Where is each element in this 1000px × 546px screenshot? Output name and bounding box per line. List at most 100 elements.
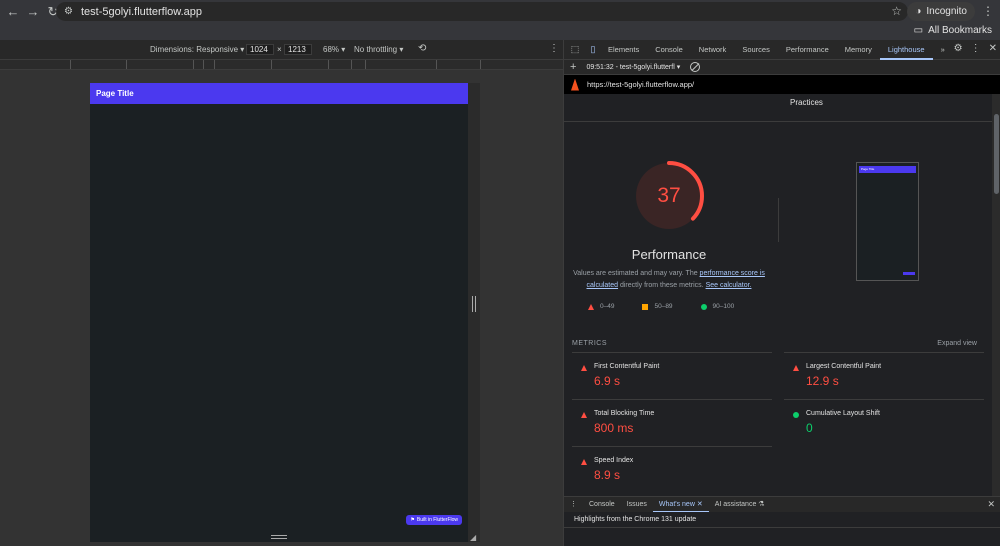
metric-value: 0 [806,421,813,435]
legend-range: 50–89 [654,303,673,310]
tab-memory[interactable]: Memory [837,40,880,60]
fail-triangle-icon [581,459,587,465]
tab-console[interactable]: Console [647,40,691,60]
performance-score: 37 [657,184,681,207]
viewport-scroll-strip [468,83,480,542]
dimensions-select[interactable]: Dimensions: Responsive ▾ [150,45,244,54]
legend-range: 0–49 [600,303,615,310]
incognito-badge[interactable]: ◑ Incognito [907,2,975,21]
metric-label: Total Blocking Time [594,410,655,417]
throttling-select[interactable]: No throttling ▾ [354,45,403,54]
bookmark-star-icon[interactable]: ☆ [891,4,902,18]
all-bookmarks[interactable]: ▭ All Bookmarks [914,25,992,36]
see-calculator-link[interactable]: See calculator. [706,282,752,289]
desc-prefix: Values are estimated and may vary. The [573,270,700,277]
fail-triangle-icon [793,365,799,371]
legend-item-pass: 90–100 [700,303,734,310]
lighthouse-toolbar: + 09:51:32 - test-5golyi.flutterfl ▾ [564,60,1000,75]
lighthouse-report: Practices 37 Performance Values are esti… [564,94,992,496]
devtools-tabbar: ⬚ ▯ Elements Console Network Sources Per… [564,40,1000,60]
thumbnail-app-bar: Page Title [859,166,916,173]
incognito-label: Incognito [926,6,967,17]
media-query-ruler [0,60,563,70]
metric-tbt: Total Blocking Time 800 ms [572,399,772,445]
scrollbar-thumb[interactable] [994,114,999,194]
width-input[interactable]: 1024 [246,44,274,55]
back-arrow-icon[interactable]: ← [3,2,23,22]
tab-network[interactable]: Network [691,40,735,60]
metric-value: 800 ms [594,421,634,435]
tab-performance[interactable]: Performance [778,40,837,60]
bookmarks-bar: ▭ All Bookmarks [0,23,1000,40]
address-url: test-5golyi.flutterflow.app [80,5,203,18]
throttling-label: No throttling [354,45,398,54]
forward-arrow-icon[interactable]: → [23,2,43,22]
drawer-tab-ai-assistance[interactable]: AI assistance ⚗ [709,497,771,513]
device-toggle-icon[interactable]: ▯ [586,43,600,57]
settings-gear-icon[interactable]: ⚙ [954,43,963,54]
drawer-tab-issues[interactable]: Issues [621,497,653,513]
divider [564,121,992,122]
metric-lcp: Largest Contentful Paint 12.9 s [784,352,984,398]
close-devtools-icon[interactable]: ✕ [989,43,997,54]
metric-fcp: First Contentful Paint 6.9 s [572,352,772,398]
report-url-row: https://test-5golyi.flutterflow.app/ [564,75,1000,94]
devtools-panel: ⬚ ▯ Elements Console Network Sources Per… [563,40,1000,546]
metric-label: First Contentful Paint [594,363,660,370]
drawer-tab-label: AI assistance [714,500,757,508]
resize-handle-bottom[interactable] [271,535,287,539]
fail-triangle-icon [581,412,587,418]
metric-label: Cumulative Layout Shift [806,410,880,417]
built-in-flutterflow-button[interactable]: ⚑ Built in FlutterFlow [406,515,462,525]
performance-description: Values are estimated and may vary. The p… [572,268,766,292]
expand-view-toggle[interactable]: Expand view [937,340,977,347]
resize-handle-right[interactable] [472,296,476,312]
drawer-menu-icon[interactable]: ⋮ [564,497,583,513]
tab-elements[interactable]: Elements [600,40,647,60]
rotate-icon[interactable]: ⟲ [418,43,426,54]
tab-sources[interactable]: Sources [734,40,778,60]
emulated-viewport-area: Page Title ⚑ Built in FlutterFlow ◢ [0,70,563,546]
incognito-icon: ◑ [915,6,922,17]
report-select[interactable]: 09:51:32 - test-5golyi.flutterfl ▾ [586,63,680,71]
metrics-heading: METRICS [572,340,607,347]
clear-reports-icon[interactable] [690,62,701,72]
emulated-page: Page Title ⚑ Built in FlutterFlow [90,83,468,542]
browser-toolbar: ← → ↻ ⚙ test-5golyi.flutterflow.app ☆ ◑ … [0,0,1000,23]
score-legend: 0–49 50–89 90–100 [588,303,734,310]
thumbnail-button [903,272,915,275]
browser-menu-icon[interactable]: ⋮ [982,4,994,18]
category-title: Performance [631,247,707,262]
tab-lighthouse[interactable]: Lighthouse [879,40,933,60]
drawer-tab-label: What's new [658,500,695,508]
metric-cls: Cumulative Layout Shift 0 [784,399,984,445]
close-drawer-icon[interactable]: ✕ [987,499,995,510]
device-menu-icon[interactable]: ⋮ [549,43,559,54]
metric-speed-index: Speed Index 8.9 s [572,446,772,492]
report-scrollbar[interactable] [992,94,1000,496]
fail-triangle-icon [588,303,594,310]
zoom-value: 68% [323,45,340,54]
report-label: 09:51:32 - test-5golyi.flutterfl [586,64,675,71]
address-bar[interactable]: ⚙ test-5golyi.flutterflow.app ☆ [56,2,908,21]
site-info-icon[interactable]: ⚙ [64,6,73,17]
flutterflow-icon: ⚑ [410,517,415,523]
whats-new-highlight[interactable]: Highlights from the Chrome 131 update [574,516,696,523]
lighthouse-logo-icon [571,78,579,91]
resize-handle-corner[interactable]: ◢ [470,533,476,542]
zoom-select[interactable]: 68% ▾ [323,45,345,54]
drawer-tab-console[interactable]: Console [583,497,621,513]
final-screenshot-thumbnail[interactable]: Page Title [856,162,919,281]
devtools-menu-icon[interactable]: ⋮ [971,43,981,54]
metric-value: 6.9 s [594,374,621,388]
times-symbol: × [277,45,282,54]
fail-triangle-icon [581,365,587,371]
height-input[interactable]: 1213 [284,44,312,55]
more-tabs-icon[interactable]: » [933,40,953,60]
new-report-icon[interactable]: + [570,61,576,73]
inspect-element-icon[interactable]: ⬚ [568,43,582,57]
desc-middle: directly from these metrics. [618,282,706,289]
legend-item-average: 50–89 [642,303,673,310]
all-bookmarks-label: All Bookmarks [928,25,992,36]
drawer-tab-whats-new[interactable]: What's new ✕ [652,497,709,513]
